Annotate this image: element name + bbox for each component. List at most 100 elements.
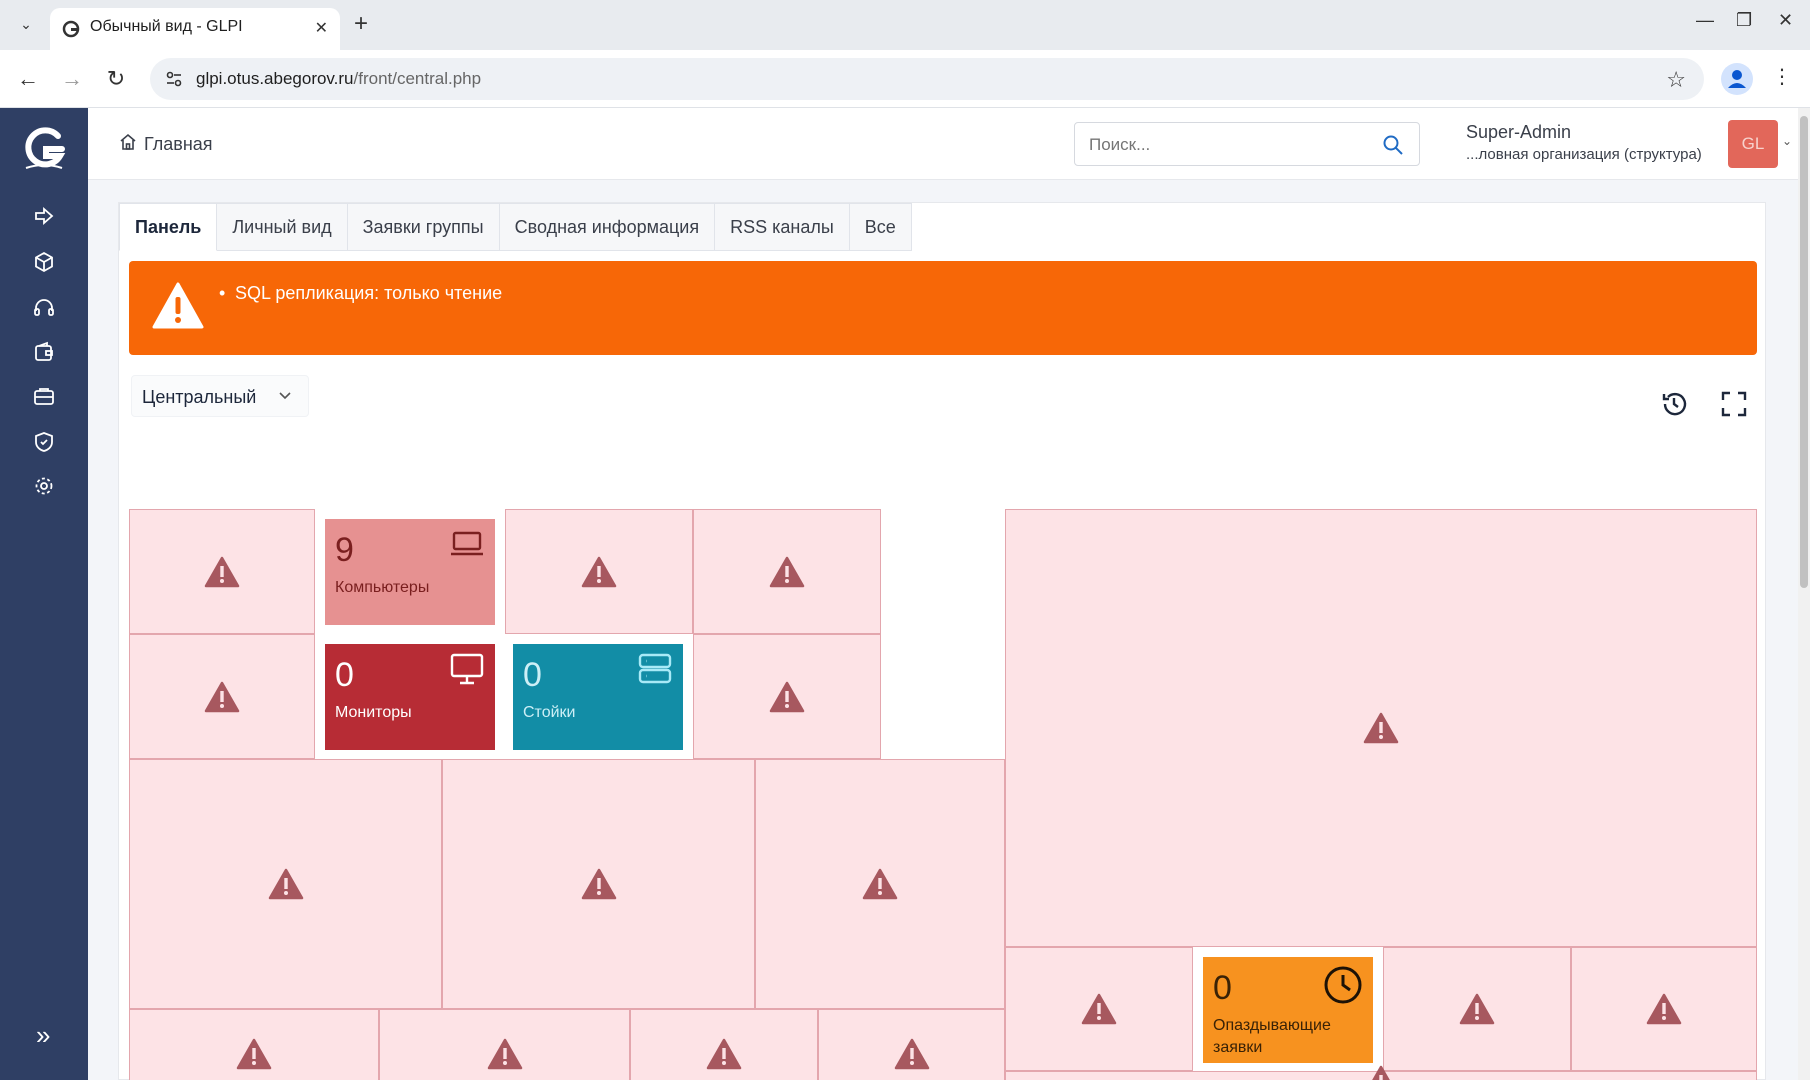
- monitors-count: 0: [335, 656, 354, 694]
- tab-summary[interactable]: Сводная информация: [499, 203, 716, 251]
- widget-error[interactable]: [1383, 947, 1571, 1071]
- avatar[interactable]: GL: [1728, 120, 1778, 168]
- back-icon[interactable]: ←: [14, 65, 42, 93]
- warning-icon: [862, 868, 898, 900]
- minimize-window-icon[interactable]: —: [1696, 10, 1714, 31]
- shield-icon[interactable]: [32, 430, 56, 454]
- tab-rss[interactable]: RSS каналы: [715, 203, 850, 251]
- widget-error[interactable]: [1571, 947, 1757, 1071]
- racks-card[interactable]: 0 Стойки: [513, 644, 683, 750]
- forward-nav-icon[interactable]: →: [58, 65, 86, 93]
- replication-alert: SQL репликация: только чтение: [129, 261, 1757, 355]
- scrollbar-thumb[interactable]: [1800, 116, 1808, 588]
- widget-error[interactable]: [1005, 947, 1193, 1071]
- address-bar[interactable]: glpi.otus.abegorov.ru/front/central.php …: [150, 58, 1704, 100]
- computers-count: 9: [335, 531, 354, 569]
- server-icon: [638, 653, 672, 684]
- history-icon[interactable]: [1659, 389, 1689, 419]
- browser-menu-icon[interactable]: ⋮: [1772, 64, 1792, 89]
- widget-error[interactable]: [129, 634, 315, 759]
- close-window-icon[interactable]: ✕: [1778, 10, 1793, 31]
- headset-icon[interactable]: [32, 296, 56, 320]
- widget-error[interactable]: [1005, 1065, 1757, 1080]
- widget-error[interactable]: [693, 509, 881, 634]
- site-settings-icon[interactable]: [164, 69, 184, 89]
- bookmark-star-icon[interactable]: ☆: [1666, 67, 1686, 93]
- search-input[interactable]: [1089, 133, 1369, 157]
- fullscreen-icon[interactable]: [1719, 389, 1749, 419]
- chevron-down-icon[interactable]: ⌄: [1782, 134, 1792, 148]
- warning-icon: [769, 556, 805, 587]
- widget-error[interactable]: [755, 759, 1005, 1009]
- monitors-card[interactable]: 0 Мониторы: [325, 644, 495, 750]
- widget-error[interactable]: [818, 1009, 1005, 1080]
- warning-icon: [487, 1038, 522, 1070]
- late-tickets-label: Опаздывающие заявки: [1213, 1017, 1331, 1056]
- user-name[interactable]: Super-Admin: [1466, 122, 1571, 143]
- widget-error[interactable]: [129, 509, 315, 634]
- box-icon[interactable]: [32, 250, 56, 274]
- wallet-icon[interactable]: [32, 340, 56, 364]
- racks-count: 0: [523, 656, 542, 694]
- new-tab-button[interactable]: +: [354, 10, 368, 38]
- forward-icon[interactable]: [32, 204, 56, 228]
- browser-toolbar: ← → ↻ glpi.otus.abegorov.ru/front/centra…: [0, 50, 1810, 108]
- page-scrollbar[interactable]: [1798, 108, 1810, 1080]
- widget-error[interactable]: [505, 509, 693, 634]
- warning-icon: [1459, 993, 1495, 1025]
- reload-icon[interactable]: ↻: [102, 65, 130, 93]
- tab-group-tickets[interactable]: Заявки группы: [347, 203, 500, 251]
- tab-all[interactable]: Все: [849, 203, 912, 251]
- dashboard-select-value: Центральный: [142, 387, 257, 407]
- briefcase-icon[interactable]: [32, 384, 56, 408]
- tab-personal-view[interactable]: Личный вид: [217, 203, 348, 251]
- warning-icon: [894, 1038, 929, 1070]
- warning-icon: [1363, 712, 1399, 744]
- search-icon[interactable]: [1381, 133, 1405, 157]
- widget-error[interactable]: [129, 1009, 379, 1080]
- gear-icon[interactable]: [32, 474, 56, 498]
- warning-icon: [1646, 993, 1682, 1025]
- dashboard-select[interactable]: Центральный: [131, 375, 309, 417]
- tab-panel[interactable]: Панель: [119, 203, 218, 251]
- tab-search-icon[interactable]: ⌄: [14, 12, 38, 36]
- app-header: Главная Super-Admin ...ловная организаци…: [88, 108, 1798, 180]
- laptop-icon: [451, 531, 483, 556]
- late-tickets-card[interactable]: 0 Опаздывающие заявки: [1203, 957, 1373, 1063]
- dashboard-grid: 9 Компьютеры 0 Мониторы 0 Стойки 0 Опазд…: [129, 509, 1757, 1080]
- glpi-logo[interactable]: [18, 122, 70, 174]
- close-tab-icon[interactable]: ✕: [315, 18, 328, 38]
- monitor-icon: [450, 653, 484, 685]
- warning-icon: [204, 681, 240, 712]
- warning-icon: [204, 556, 240, 587]
- glpi-favicon-icon: [62, 20, 80, 38]
- warning-icon: [1372, 1065, 1390, 1080]
- computers-card[interactable]: 9 Компьютеры: [325, 519, 495, 625]
- main-sidebar: »: [0, 108, 88, 1080]
- late-tickets-count: 0: [1213, 969, 1232, 1007]
- clock-icon: [1324, 966, 1362, 1004]
- warning-icon: [236, 1038, 272, 1070]
- warning-icon: [581, 868, 616, 900]
- warning-icon: [581, 556, 617, 587]
- widget-error[interactable]: [1005, 509, 1757, 947]
- url-text: glpi.otus.abegorov.ru/front/central.php: [196, 69, 482, 88]
- browser-tab[interactable]: Обычный вид - GLPI ✕: [50, 8, 340, 50]
- widget-error[interactable]: [693, 634, 881, 759]
- breadcrumb-home[interactable]: Главная: [144, 134, 213, 155]
- restore-window-icon[interactable]: ❐: [1736, 10, 1752, 31]
- widget-error[interactable]: [379, 1009, 630, 1080]
- widget-error[interactable]: [630, 1009, 818, 1080]
- browser-tabstrip: ⌄ Обычный вид - GLPI ✕ + — ❐ ✕: [0, 0, 1810, 50]
- monitors-label: Мониторы: [335, 704, 412, 721]
- widget-error[interactable]: [442, 759, 755, 1009]
- global-search[interactable]: [1074, 122, 1420, 166]
- user-entity[interactable]: ...ловная организация (структура): [1466, 146, 1702, 163]
- browser-tab-title: Обычный вид - GLPI: [90, 18, 243, 35]
- widget-error[interactable]: [129, 759, 442, 1009]
- home-icon[interactable]: [118, 132, 138, 152]
- warning-icon: [769, 681, 805, 712]
- browser-profile-icon[interactable]: [1721, 63, 1753, 95]
- sidebar-collapse-button[interactable]: »: [36, 1022, 60, 1048]
- alert-message: SQL репликация: только чтение: [219, 283, 502, 304]
